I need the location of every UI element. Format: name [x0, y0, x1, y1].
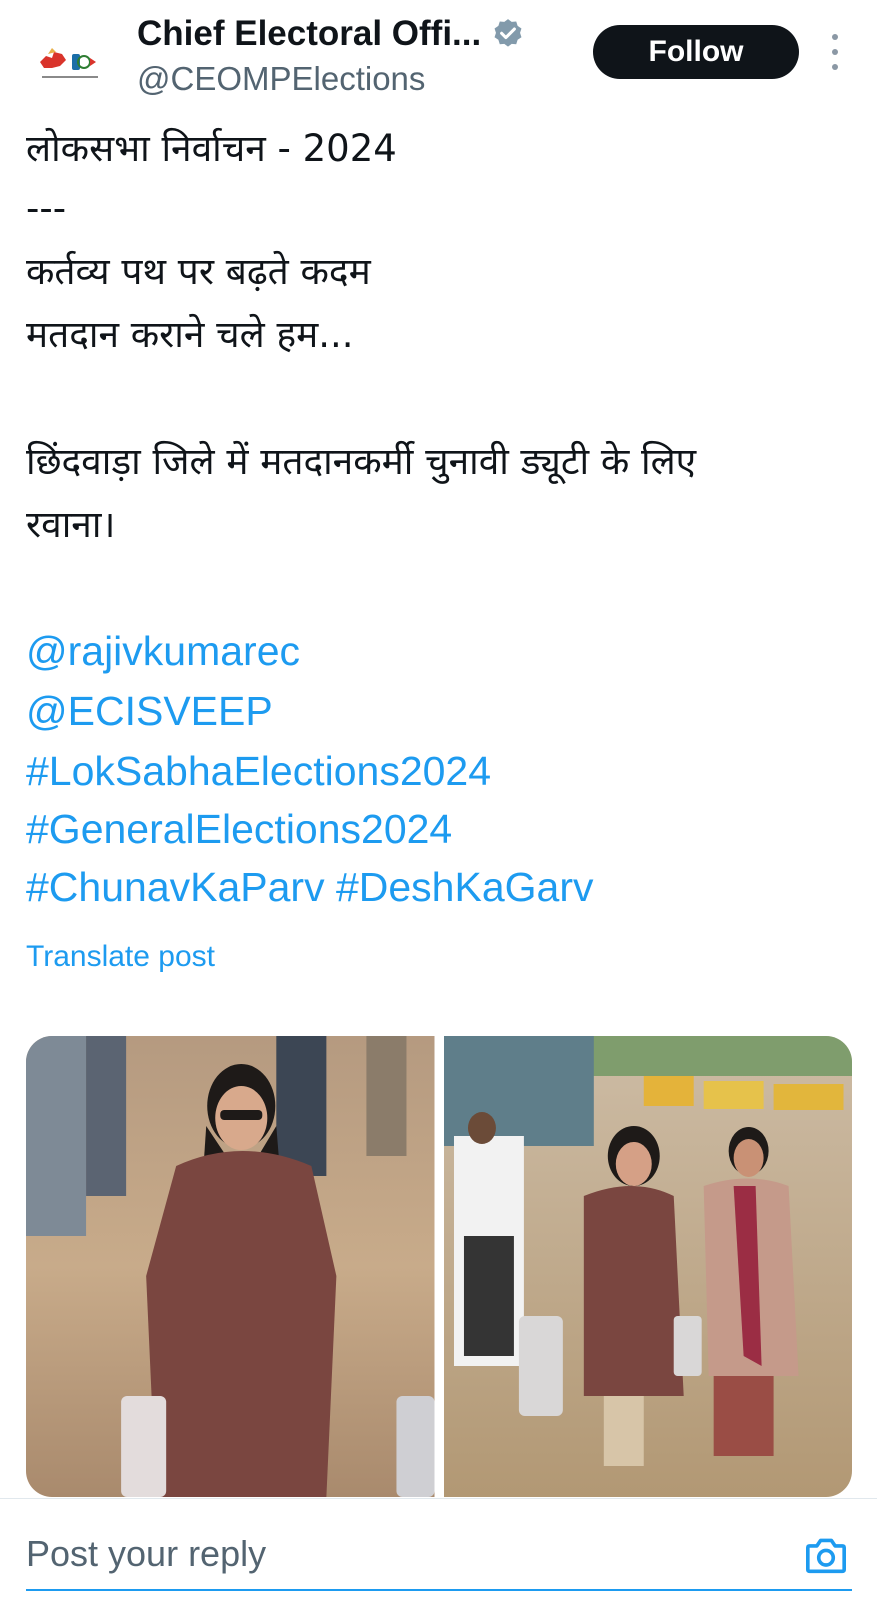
post-line-body-2: रवाना।	[26, 503, 116, 546]
post-line-body-1: छिंदवाड़ा जिले में मतदानकर्मी चुनावी ड्य…	[26, 440, 697, 483]
hashtag-generalelections2024[interactable]: #GeneralElections2024	[26, 803, 452, 855]
reply-bar: Post your reply	[0, 1498, 877, 1600]
name-row: Chief Electoral Offi...	[137, 14, 525, 54]
account-name[interactable]: Chief Electoral Offi...	[137, 14, 481, 54]
avatar[interactable]	[24, 18, 114, 108]
mention-ecisveep[interactable]: @ECISVEEP	[26, 685, 273, 737]
media-grid	[26, 1036, 852, 1497]
account-handle[interactable]: @CEOMPElections	[137, 60, 425, 98]
reply-underline	[26, 1589, 852, 1591]
camera-icon[interactable]	[804, 1535, 848, 1575]
post-line-slogan-1: कर्तव्य पथ पर बढ़ते कदम	[26, 250, 371, 293]
post-line-slogan-2: मतदान कराने चले हम...	[26, 313, 354, 356]
post-header: Chief Electoral Offi... @CEOMPElections …	[0, 0, 877, 110]
translate-post-link[interactable]: Translate post	[26, 940, 215, 974]
photo-2[interactable]	[443, 1036, 852, 1497]
follow-button[interactable]: Follow	[593, 25, 799, 79]
hashtag-chunavkaparv-deshkagarv[interactable]: #ChunavKaParv #DeshKaGarv	[26, 861, 593, 913]
post-line-title: लोकसभा निर्वाचन - 2024	[26, 127, 397, 170]
mention-rajivkumarec[interactable]: @rajivkumarec	[26, 625, 300, 677]
post-line-separator: ---	[26, 187, 67, 230]
photo-1[interactable]	[26, 1036, 435, 1497]
reply-input[interactable]: Post your reply	[26, 1533, 266, 1575]
verified-badge-icon	[494, 19, 522, 47]
hashtag-loksabhaelections2024[interactable]: #LokSabhaElections2024	[26, 745, 491, 797]
more-options-icon[interactable]	[826, 34, 844, 70]
